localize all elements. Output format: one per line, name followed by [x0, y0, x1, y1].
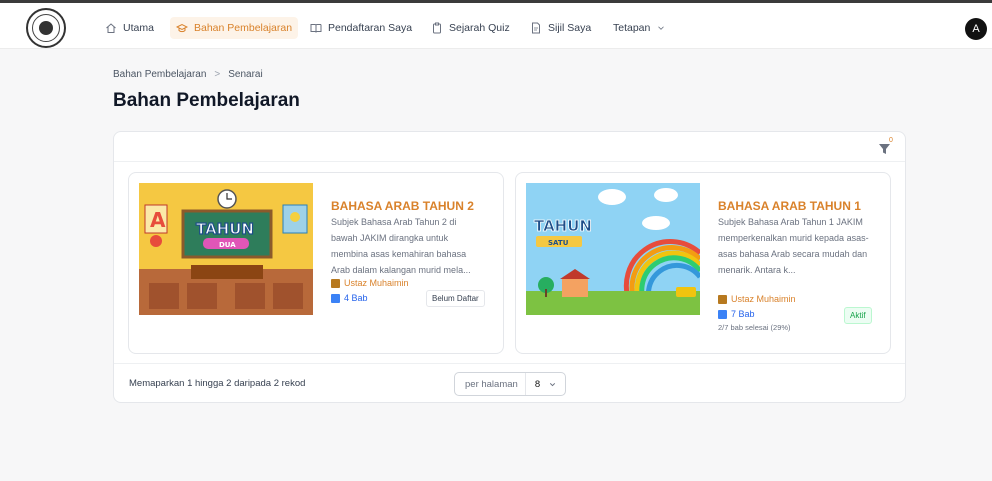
course-card[interactable]: TAHUN SATU BAHASA ARAB TAHUN 1 Subjek Ba… — [515, 172, 891, 354]
book-open-icon — [310, 24, 322, 33]
page-title: Bahan Pembelajaran — [113, 90, 300, 111]
per-page-select[interactable]: per halaman 8 — [454, 372, 566, 396]
chapters-icon — [718, 309, 727, 319]
graduation-cap-icon — [176, 23, 188, 33]
teacher-icon — [718, 294, 727, 304]
panel-header: 0 — [114, 132, 905, 162]
nav-item-label: Utama — [123, 22, 154, 34]
breadcrumb: Bahan Pembelajaran > Senarai — [113, 69, 263, 80]
course-card[interactable]: A TAHUN DUA BAHASA ARAB TAHUN 2 Subjek B… — [128, 172, 504, 354]
teacher-name: Ustaz Muhaimin — [731, 294, 796, 304]
svg-text:A: A — [150, 208, 166, 232]
course-teacher: Ustaz Muhaimin — [718, 294, 796, 304]
nav-item-pendaftaran-saya[interactable]: Pendaftaran Saya — [310, 18, 412, 38]
clipboard-icon — [433, 22, 441, 34]
thumbnail-word: TAHUN — [534, 217, 592, 235]
logo[interactable] — [26, 8, 66, 48]
course-thumbnail: A TAHUN DUA — [139, 183, 313, 315]
course-description: Subjek Bahasa Arab Tahun 2 di bawah JAKI… — [331, 217, 471, 275]
document-icon — [532, 22, 540, 34]
nav-item-utama[interactable]: Utama — [105, 18, 154, 38]
breadcrumb-current: Senarai — [228, 69, 263, 80]
nav-item-sijil-saya[interactable]: Sijil Saya — [530, 18, 591, 38]
thumbnail-word: TAHUN — [196, 220, 254, 238]
chevron-down-icon — [658, 26, 665, 30]
filter-button[interactable]: 0 — [877, 137, 895, 157]
breadcrumb-separator: > — [214, 69, 221, 80]
avatar[interactable]: A — [965, 18, 987, 40]
course-chapters: 7 Bab — [718, 309, 755, 319]
course-description: Subjek Bahasa Arab Tahun 1 JAKIM memperk… — [718, 217, 869, 275]
thumbnail-sub: DUA — [219, 241, 236, 249]
nav-item-label: Tetapan — [613, 22, 651, 34]
course-chapters: 4 Bab — [331, 293, 368, 303]
teacher-name: Ustaz Muhaimin — [344, 278, 409, 288]
chapters-icon — [331, 293, 340, 303]
nav-item-label: Sijil Saya — [548, 22, 592, 34]
teacher-icon — [331, 278, 340, 288]
status-badge: Belum Daftar — [426, 290, 485, 307]
per-page-label: per halaman — [455, 373, 526, 395]
nav-item-bahan-pembelajaran[interactable]: Bahan Pembelajaran — [170, 17, 299, 39]
course-teacher: Ustaz Muhaimin — [331, 278, 409, 288]
chapter-count: 7 Bab — [731, 309, 755, 319]
nav-item-label: Bahan Pembelajaran — [194, 22, 293, 34]
home-icon — [106, 23, 116, 33]
pagination-footer: Memaparkan 1 hingga 2 daripada 2 rekod p… — [114, 363, 905, 403]
nav-item-label: Sejarah Quiz — [449, 22, 510, 34]
course-title[interactable]: BAHASA ARAB TAHUN 1 — [718, 199, 861, 213]
nav-item-tetapan[interactable]: Tetapan — [613, 18, 666, 38]
breadcrumb-root[interactable]: Bahan Pembelajaran — [113, 69, 206, 80]
course-thumbnail: TAHUN SATU — [526, 183, 700, 315]
course-panel: 0 A TAHUN DUA BAHASA ARAB TAHUN 2 Subjek… — [113, 131, 906, 403]
chapter-count: 4 Bab — [344, 293, 368, 303]
course-progress: 2/7 bab selesai (29%) — [718, 323, 791, 332]
thumbnail-sub: SATU — [548, 239, 569, 247]
filter-count-badge: 0 — [889, 137, 893, 144]
status-badge: Aktif — [844, 307, 872, 324]
nav-item-sejarah-quiz[interactable]: Sejarah Quiz — [431, 18, 510, 38]
records-summary: Memaparkan 1 hingga 2 daripada 2 rekod — [129, 378, 306, 389]
chevron-down-icon — [550, 382, 556, 386]
course-title[interactable]: BAHASA ARAB TAHUN 2 — [331, 199, 474, 213]
nav-item-label: Pendaftaran Saya — [328, 22, 413, 34]
top-navbar: Utama Bahan Pembelajaran Pendaftaran Say… — [0, 3, 992, 49]
per-page-value: 8 — [534, 378, 541, 390]
